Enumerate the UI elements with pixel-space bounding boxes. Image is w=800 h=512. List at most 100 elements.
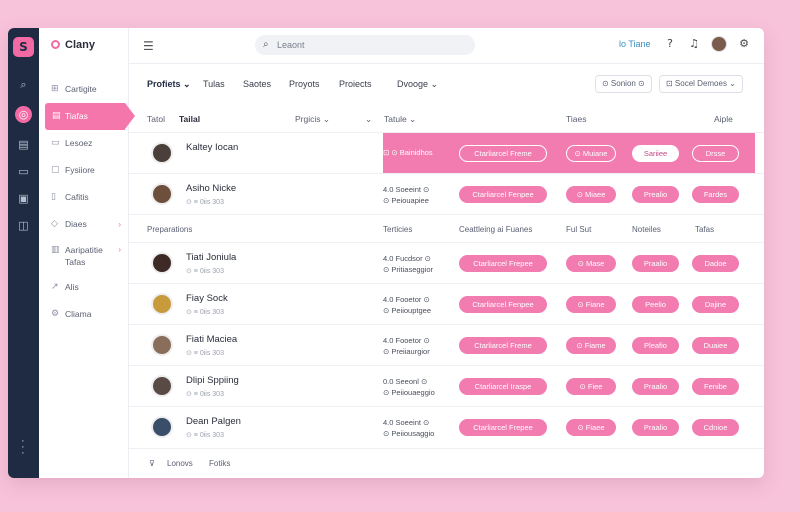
help-icon[interactable]: ? [663, 37, 677, 51]
row-status-2: ⊙ Preiiaurgior [383, 347, 430, 356]
chip-action[interactable]: Ctarliarcel Fenpee [459, 296, 547, 313]
chip-action[interactable]: Fardes [692, 186, 739, 203]
app-logo[interactable]: S [13, 37, 34, 57]
chip-action[interactable]: Fenibe [692, 378, 739, 395]
chip-action[interactable]: ⊙ Fiane [566, 296, 616, 313]
chip-action[interactable]: Ctarliarcel Freme [459, 145, 547, 162]
bell-icon[interactable]: ♫ [687, 37, 701, 51]
row-sub: ⊙ ≡ 0iis 303 [186, 350, 224, 357]
footer-lonovs[interactable]: Lonovs [167, 459, 193, 468]
sidebar-item-cartigite[interactable]: ⊞ Cartigite [39, 76, 129, 103]
sidebar-item-cliama[interactable]: ⚙ Cliama [39, 301, 129, 328]
chip-action[interactable]: Praalio [632, 378, 679, 395]
home-icon[interactable]: ◎ [15, 106, 32, 123]
sidebar-item-tiafas[interactable]: ▤ Tiafas [45, 103, 135, 130]
subheader-tafas: Tafas [695, 225, 715, 234]
row-name: Tiati Joniula [186, 252, 237, 263]
chip-action[interactable]: Dajine [692, 296, 739, 313]
header-sort[interactable]: ⌄ [365, 114, 372, 125]
search-input[interactable]: ⌕ Leaont [255, 35, 475, 55]
header-tatol[interactable]: Tatol [147, 114, 165, 124]
table-header: Tatol Tailal Prgicis ⌄ ⌄ Tatule ⌄ Tiaes … [129, 104, 764, 132]
chip-action[interactable]: Ctarliarcel Frepee [459, 255, 547, 272]
message-icon[interactable]: ▭ [15, 163, 32, 180]
chip-action[interactable]: Ctarliarcel Freme [459, 337, 547, 354]
chip-action[interactable]: ⊙ Mase [566, 255, 616, 272]
chip-action[interactable]: Ctarliarcel Fenpee [459, 186, 547, 203]
sidebar-item-alis[interactable]: ↗ Alis [39, 274, 129, 301]
brand: Clany [51, 39, 95, 51]
chip-action[interactable]: ⊙ Fiee [566, 378, 616, 395]
image-icon[interactable]: ▣ [15, 190, 32, 207]
chip-action[interactable]: Praalio [632, 419, 679, 436]
row-status: 4.0 Fooetor ⊙ ⊙ Preiiaurgior [383, 335, 430, 357]
sidebar-item-lesoez[interactable]: ▭ Lesoez [39, 130, 129, 157]
chip-action[interactable]: Pleafio [632, 337, 679, 354]
sidebar-item-label: Cliama [65, 309, 92, 319]
chip-action[interactable]: Peelio [632, 296, 679, 313]
sidebar-item-cafitis[interactable]: ▯ Cafitis [39, 184, 129, 211]
table-row[interactable]: Fiay Sock ⊙ ≡ 0iis 303 4.0 Fooetor ⊙ ⊙ Pe… [129, 283, 764, 324]
sidebar-item-label: Lesoez [65, 138, 93, 148]
row-name: Fiay Sock [186, 293, 228, 304]
sidebar-item-diaes[interactable]: ◇ Diaes › [39, 211, 129, 238]
chip-action[interactable]: Dadoe [692, 255, 739, 272]
header-tiaes[interactable]: Tiaes [566, 114, 586, 124]
chip-action[interactable]: Sariiee [632, 145, 679, 162]
chip-action[interactable]: ⊙ Miaee [566, 186, 616, 203]
settings-icon[interactable]: ⚙ [737, 37, 751, 51]
row-status: 4.0 Fooetor ⊙ ⊙ Peiiouptgee [383, 294, 431, 316]
chip-action[interactable]: ⊙ Muiane [566, 145, 616, 162]
table-row[interactable]: Fiati Maciea ⊙ ≡ 0iis 303 4.0 Fooetor ⊙ ⊙… [129, 324, 764, 365]
top-bar: ☰ ⌕ Leaont lo Tiane ? ♫ ⚙ [129, 28, 764, 64]
tab-dvooge[interactable]: Dvooge ⌄ [397, 79, 438, 90]
chip-action[interactable]: Ctarliarcel Frepee [459, 419, 547, 436]
tab-profiets[interactable]: Profiets ⌄ [147, 79, 191, 90]
sidebar-item-label: Fysiiore [65, 165, 95, 175]
calendar-icon[interactable]: ▤ [15, 136, 32, 153]
table-row[interactable]: Asiho Nicke ⊙ ≡ 0iis 303 4.0 Soeeint ⊙ ⊙ … [129, 173, 764, 214]
tab-saotes[interactable]: Saotes [243, 79, 271, 89]
header-aiple[interactable]: Aiple [714, 114, 733, 124]
more-icon[interactable]: · · · [21, 436, 25, 459]
sidebar-nav: ⊞ Cartigite ▤ Tiafas ▭ Lesoez ▢ Fysiiore ▯ Ca… [39, 76, 135, 328]
row-name: Dlipi Sppiing [186, 375, 239, 386]
chip-action[interactable]: Drsse [692, 145, 739, 162]
header-tailal[interactable]: Tailal [179, 114, 200, 124]
table-row[interactable]: Kaltey Iocan ⊡ ⊙ Bainidhos Ctarliarcel F… [129, 132, 764, 173]
search-icon[interactable]: ⌕ [15, 76, 32, 93]
chip-action[interactable]: Praalio [632, 255, 679, 272]
table-row[interactable]: Dean Palgen ⊙ ≡ 0iis 303 4.0 Soeeint ⊙ ⊙ … [129, 406, 764, 447]
tab-proyots[interactable]: Proyots [289, 79, 320, 89]
chip-action[interactable]: Cdnioe [692, 419, 739, 436]
chip-action[interactable]: Duaiee [692, 337, 739, 354]
row-name: Kaltey Iocan [186, 142, 239, 153]
chip-action[interactable]: ⊙ Fiame [566, 337, 616, 354]
row-status-2: ⊙ Pritiaseggior [383, 265, 434, 274]
row-status-1: 4.0 Soeeint ⊙ [383, 418, 430, 427]
tab-tulas[interactable]: Tulas [203, 79, 225, 89]
footer-fotiks[interactable]: Fotiks [209, 459, 230, 468]
user-avatar[interactable] [711, 36, 727, 52]
top-link[interactable]: lo Tiane [619, 39, 651, 49]
table-row[interactable]: Tiati Joniula ⊙ ≡ 0iis 303 4.0 Fucdsor ⊙… [129, 242, 764, 283]
layers-icon[interactable]: ◫ [15, 217, 32, 234]
filter-icon[interactable]: ⊽ [149, 459, 155, 468]
table-row[interactable]: Dlipi Sppiing ⊙ ≡ 0iis 303 0.0 Seeonl ⊙ ⊙… [129, 365, 764, 406]
header-prgicis[interactable]: Prgicis ⌄ [295, 114, 330, 125]
session-button[interactable]: ⊙ Sonion ⊙ [595, 75, 652, 93]
row-status-2: ⊙ Peiouapiee [383, 196, 429, 205]
tab-proiects[interactable]: Proiects [339, 79, 372, 89]
subheader-ful-sut: Ful Sut [566, 225, 592, 234]
chip-action[interactable]: Ctarliarcel Iraspe [459, 378, 547, 395]
sidebar-item-aaripatitie[interactable]: ▥ Aaripatitie Tafas › [39, 238, 129, 274]
header-tatule[interactable]: Tatule ⌄ [384, 114, 416, 125]
sidebar-item-fysiiore[interactable]: ▢ Fysiiore [39, 157, 129, 184]
row-name: Dean Palgen [186, 416, 241, 427]
menu-icon[interactable]: ☰ [143, 39, 154, 53]
app-window: S ⌕ ◎ ▤ ▭ ▣ ◫ · · · Clany ⊞ Cartigite ▤ Tiaf… [8, 28, 764, 478]
row-status: 4.0 Soeeint ⊙ ⊙ Peiiousaggio [383, 417, 434, 439]
socel-demoes-button[interactable]: ⊡ Socel Demoes ⌄ [659, 75, 743, 93]
chip-action[interactable]: ⊙ Fiaee [566, 419, 616, 436]
chip-action[interactable]: Prealio [632, 186, 679, 203]
